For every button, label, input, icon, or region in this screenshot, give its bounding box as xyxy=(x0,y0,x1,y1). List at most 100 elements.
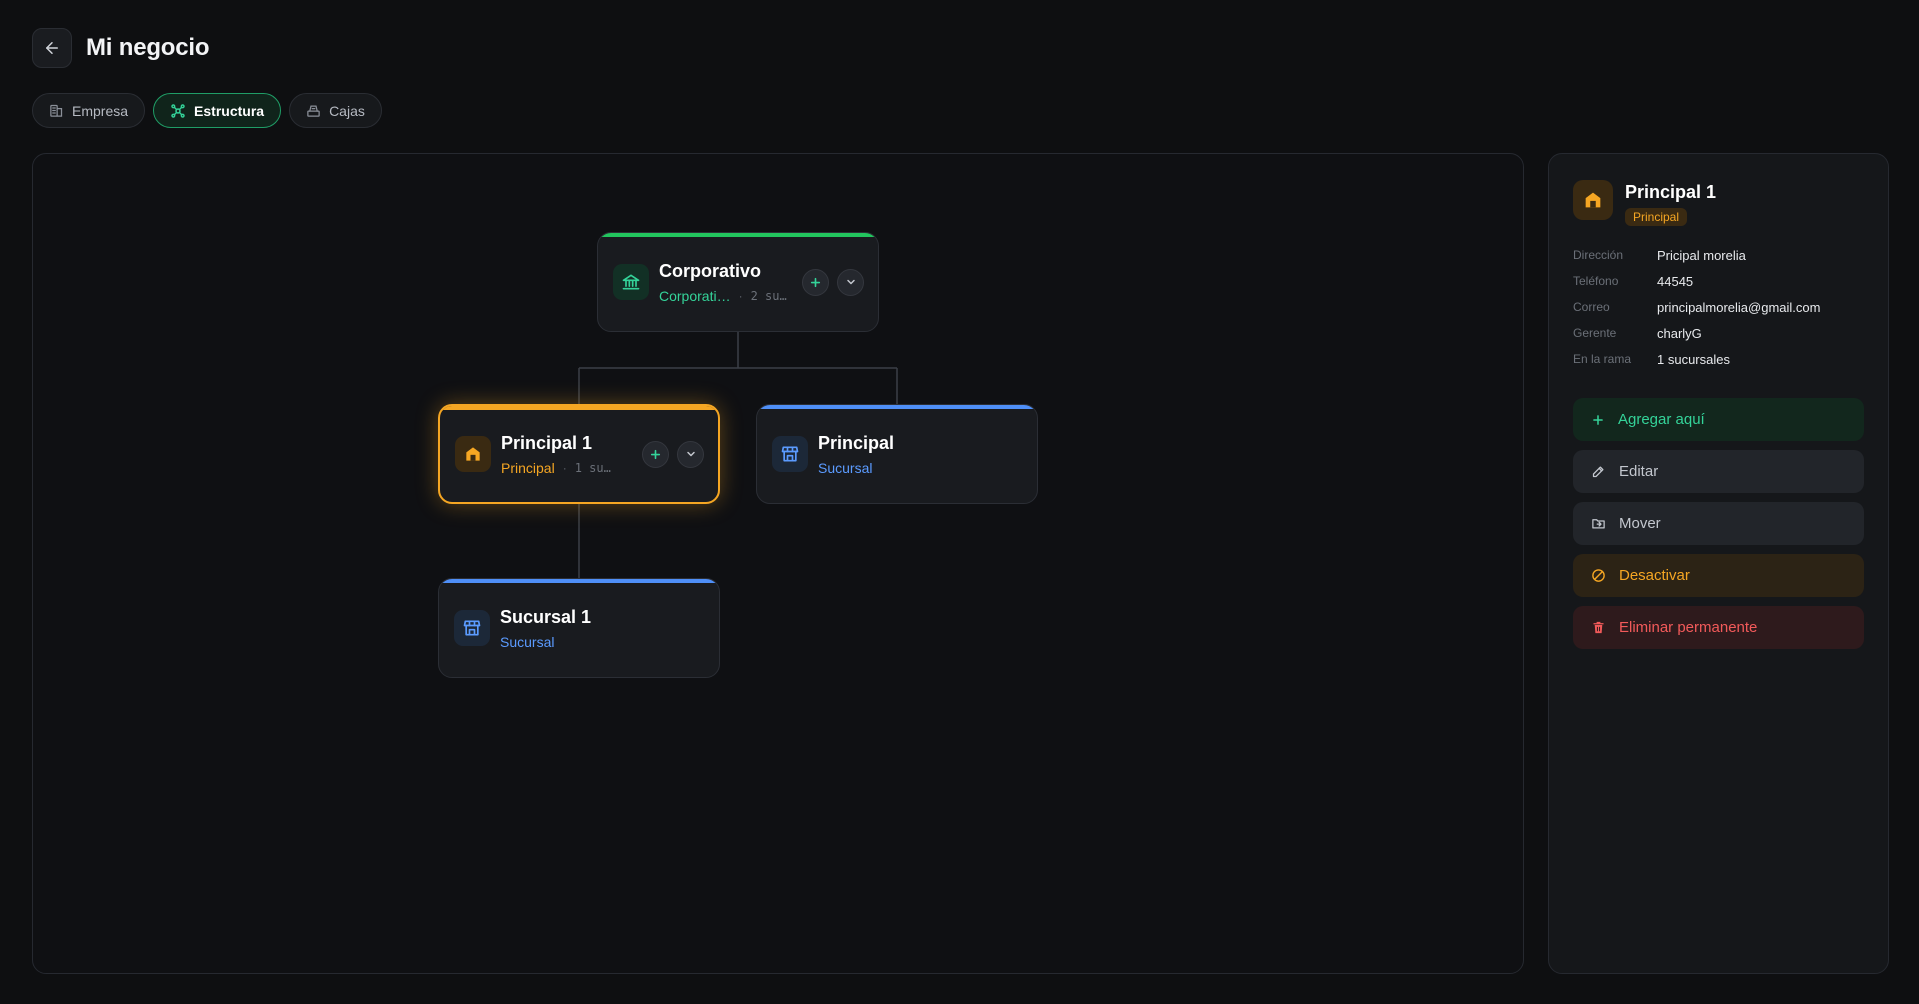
node-type: Corporati… xyxy=(659,287,731,304)
node-principal[interactable]: Principal Sucursal xyxy=(756,404,1038,504)
arrow-left-icon xyxy=(46,42,58,54)
tab-label: Estructura xyxy=(194,102,265,119)
node-accent-bar xyxy=(440,406,718,410)
trash-icon xyxy=(1593,621,1604,634)
action-label: Agregar aquí xyxy=(1618,411,1705,428)
store-icon xyxy=(1585,192,1601,208)
info-row-correo: Correo principalmorelia@gmail.com xyxy=(1573,294,1864,320)
node-sucursal-1[interactable]: Sucursal 1 Sucursal xyxy=(438,578,720,678)
info-label: En la rama xyxy=(1573,352,1632,366)
type-badge: Principal xyxy=(1625,208,1688,226)
separator-dot: · xyxy=(562,460,567,475)
info-row-telefono: Teléfono 44545 xyxy=(1573,268,1864,294)
panel-actions: Agregar aquí Editar Mover Desactivar Eli… xyxy=(1573,398,1864,649)
chevron-down-icon xyxy=(686,451,695,457)
node-text: Sucursal 1 Sucursal xyxy=(500,607,705,650)
node-name: Principal 1 xyxy=(501,432,593,453)
action-label: Desactivar xyxy=(1619,567,1690,584)
delete-permanent-button[interactable]: Eliminar permanente xyxy=(1573,606,1864,649)
node-count: 1 su… xyxy=(574,460,611,475)
panel-icon-box xyxy=(1573,180,1613,220)
info-label: Gerente xyxy=(1573,326,1617,340)
node-accent-bar xyxy=(757,405,1037,409)
node-corporativo[interactable]: Corporativo Corporati… · 2 su… xyxy=(597,232,879,332)
plus-icon xyxy=(810,277,821,287)
tab-label: Empresa xyxy=(72,102,129,119)
page-title: Mi negocio xyxy=(86,34,210,61)
add-child-button[interactable] xyxy=(642,440,669,468)
storefront-icon xyxy=(463,620,481,636)
panel-header: Principal 1 Principal xyxy=(1573,180,1864,226)
tab-label: Cajas xyxy=(329,102,365,119)
node-name: Corporativo xyxy=(659,260,762,281)
node-actions xyxy=(642,440,704,468)
action-label: Mover xyxy=(1619,515,1661,532)
action-label: Editar xyxy=(1619,463,1659,480)
info-label: Correo xyxy=(1573,300,1610,314)
panel-title: Principal 1 xyxy=(1625,182,1717,202)
node-icon-box xyxy=(454,610,490,646)
add-child-button[interactable] xyxy=(802,268,829,296)
node-type: Sucursal xyxy=(818,459,873,476)
node-actions xyxy=(802,268,864,296)
back-button[interactable] xyxy=(32,28,72,68)
detail-panel: Principal 1 Principal Dirección Pricipal… xyxy=(1548,153,1889,974)
node-subtitle: Principal · 1 su… xyxy=(501,460,642,476)
info-row-en-la-rama: En la rama 1 sucursales xyxy=(1573,346,1864,372)
node-name: Sucursal 1 xyxy=(500,606,592,627)
node-name: Principal xyxy=(818,432,895,453)
folder-move-icon xyxy=(1592,519,1605,529)
collapse-button[interactable] xyxy=(837,268,864,296)
info-label: Dirección xyxy=(1573,248,1624,262)
node-icon-box xyxy=(772,436,808,472)
info-row-direccion: Dirección Pricipal morelia xyxy=(1573,242,1864,268)
building-icon xyxy=(50,104,63,117)
network-icon xyxy=(171,103,185,118)
node-count: 2 su… xyxy=(750,288,787,303)
structure-canvas[interactable]: Corporativo Corporati… · 2 su… Principal… xyxy=(32,153,1524,974)
panel-heading: Principal 1 Principal xyxy=(1625,180,1716,226)
plus-icon xyxy=(650,449,661,459)
info-value: principalmorelia@gmail.com xyxy=(1657,299,1821,315)
node-type: Principal xyxy=(501,459,555,476)
action-label: Eliminar permanente xyxy=(1619,619,1758,636)
tab-cajas[interactable]: Cajas xyxy=(289,93,382,128)
info-label: Teléfono xyxy=(1573,274,1619,288)
node-icon-box xyxy=(455,436,491,472)
node-subtitle: Sucursal xyxy=(500,634,705,650)
tab-estructura[interactable]: Estructura xyxy=(153,93,282,128)
header: Mi negocio xyxy=(32,28,210,68)
deactivate-button[interactable]: Desactivar xyxy=(1573,554,1864,597)
pencil-icon xyxy=(1592,466,1604,478)
separator-dot: · xyxy=(738,288,743,303)
tab-empresa[interactable]: Empresa xyxy=(32,93,146,128)
move-button[interactable]: Mover xyxy=(1573,502,1864,545)
node-subtitle: Corporati… · 2 su… xyxy=(659,288,802,304)
node-subtitle: Sucursal xyxy=(818,460,1023,476)
node-icon-box xyxy=(613,264,649,300)
info-list: Dirección Pricipal morelia Teléfono 4454… xyxy=(1573,242,1864,372)
add-here-button[interactable]: Agregar aquí xyxy=(1573,398,1864,441)
info-value: charlyG xyxy=(1657,325,1702,341)
node-principal-1[interactable]: Principal 1 Principal · 1 su… xyxy=(438,404,720,504)
node-text: Principal Sucursal xyxy=(818,433,1023,476)
cash-register-icon xyxy=(307,105,320,117)
info-row-gerente: Gerente charlyG xyxy=(1573,320,1864,346)
info-value: Pricipal morelia xyxy=(1657,247,1746,263)
edit-button[interactable]: Editar xyxy=(1573,450,1864,493)
node-accent-bar xyxy=(598,233,878,237)
info-value: 1 sucursales xyxy=(1657,351,1730,367)
node-text: Corporativo Corporati… · 2 su… xyxy=(659,261,802,304)
store-icon xyxy=(466,447,480,461)
ban-icon xyxy=(1592,569,1605,582)
chevron-down-icon xyxy=(846,279,855,285)
node-accent-bar xyxy=(439,579,719,583)
node-type: Sucursal xyxy=(500,633,555,650)
tab-bar: Empresa Estructura Cajas xyxy=(32,93,382,128)
plus-icon xyxy=(1593,414,1603,425)
node-text: Principal 1 Principal · 1 su… xyxy=(501,433,642,476)
bank-icon xyxy=(622,274,640,290)
storefront-icon xyxy=(781,446,799,462)
info-value: 44545 xyxy=(1657,273,1694,289)
collapse-button[interactable] xyxy=(677,440,704,468)
